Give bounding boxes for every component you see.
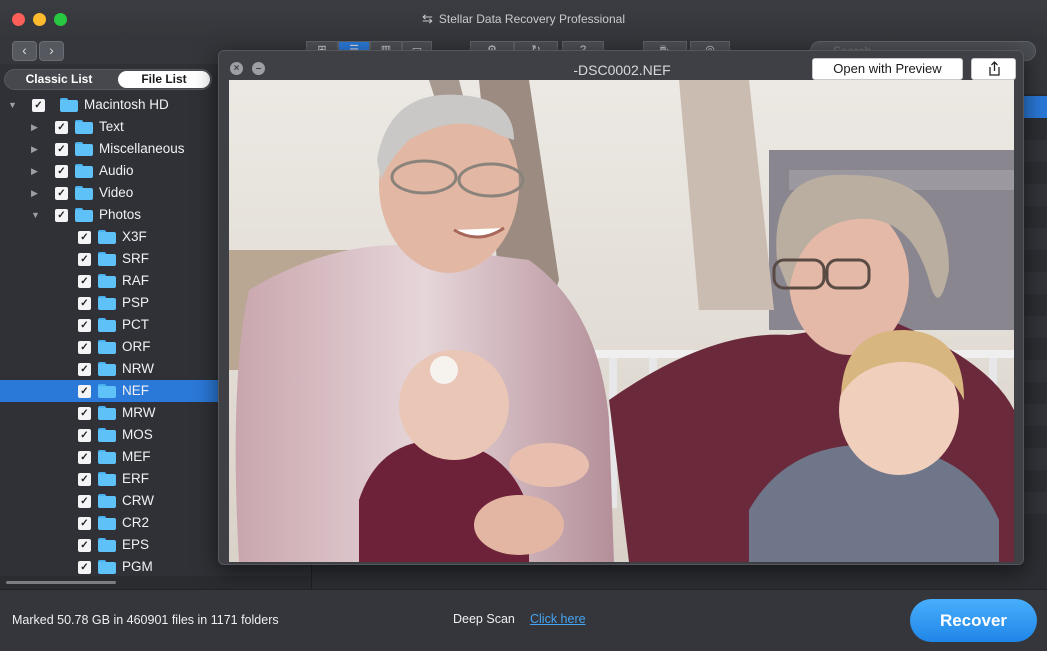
recover-button[interactable]: Recover xyxy=(910,599,1037,642)
tree-checkbox[interactable]: ✓ xyxy=(78,253,91,266)
tree-checkbox[interactable]: ✓ xyxy=(55,187,68,200)
tree-checkbox[interactable]: ✓ xyxy=(55,121,68,134)
folder-icon xyxy=(98,494,116,508)
tree-checkbox[interactable]: ✓ xyxy=(78,517,91,530)
disclosure-expanded-icon[interactable]: ▼ xyxy=(31,204,40,226)
preview-window: × – -DSC0002.NEF Open with Preview xyxy=(218,50,1024,565)
disclosure-collapsed-icon[interactable]: ▶ xyxy=(31,138,38,160)
tree-row-label: NRW xyxy=(122,361,154,376)
tree-checkbox[interactable]: ✓ xyxy=(78,297,91,310)
tree-row-label: MOS xyxy=(122,427,153,442)
folder-icon xyxy=(98,318,116,332)
sidebar-scrollbar-thumb[interactable] xyxy=(6,581,116,584)
open-with-preview-button[interactable]: Open with Preview xyxy=(812,58,963,80)
folder-icon xyxy=(60,98,78,112)
folder-icon xyxy=(98,384,116,398)
tree-row-label: CRW xyxy=(122,493,154,508)
folder-icon xyxy=(75,164,93,178)
folder-icon xyxy=(98,340,116,354)
title-bar: ⇆ Stellar Data Recovery Professional xyxy=(0,0,1047,38)
folder-icon xyxy=(98,362,116,376)
tree-checkbox[interactable]: ✓ xyxy=(78,363,91,376)
folder-icon xyxy=(98,406,116,420)
folder-icon xyxy=(98,472,116,486)
tree-row-label: Macintosh HD xyxy=(84,97,169,112)
folder-icon xyxy=(75,120,93,134)
folder-icon xyxy=(98,274,116,288)
nav-forward-button[interactable]: › xyxy=(39,41,64,61)
tree-checkbox[interactable]: ✓ xyxy=(78,231,91,244)
folder-icon xyxy=(98,428,116,442)
tree-row-label: Video xyxy=(99,185,134,200)
tree-checkbox[interactable]: ✓ xyxy=(78,539,91,552)
tree-checkbox[interactable]: ✓ xyxy=(78,451,91,464)
folder-icon xyxy=(98,450,116,464)
tree-row-label: Text xyxy=(99,119,124,134)
folder-icon xyxy=(75,186,93,200)
tree-checkbox[interactable]: ✓ xyxy=(55,209,68,222)
disclosure-collapsed-icon[interactable]: ▶ xyxy=(31,116,38,138)
status-bar: Marked 50.78 GB in 460901 files in 1171 … xyxy=(0,589,1047,651)
disclosure-expanded-icon[interactable]: ▼ xyxy=(8,94,17,116)
tree-row-label: Audio xyxy=(99,163,134,178)
folder-icon xyxy=(98,252,116,266)
tree-checkbox[interactable]: ✓ xyxy=(78,275,91,288)
disclosure-collapsed-icon[interactable]: ▶ xyxy=(31,182,38,204)
folder-icon xyxy=(75,142,93,156)
tree-row-label: Photos xyxy=(99,207,142,222)
tree-row-label: PGM xyxy=(122,559,153,574)
nav-back-button[interactable]: ‹ xyxy=(12,41,37,61)
tree-row-label: CR2 xyxy=(122,515,150,530)
marked-summary: Marked 50.78 GB in 460901 files in 1171 … xyxy=(12,613,279,627)
tree-row[interactable]: ✓ NEF xyxy=(0,380,218,402)
folder-icon xyxy=(98,560,116,574)
back-arrow-icon[interactable]: ⇆ xyxy=(422,11,433,27)
tree-row-label: MRW xyxy=(122,405,156,420)
tree-checkbox[interactable]: ✓ xyxy=(78,473,91,486)
folder-icon xyxy=(75,208,93,222)
tree-row-label: NEF xyxy=(122,383,149,398)
tree-row-label: MEF xyxy=(122,449,151,464)
tree-checkbox[interactable]: ✓ xyxy=(78,407,91,420)
tab-classic-list[interactable]: Classic List xyxy=(7,71,111,88)
tree-row-label: SRF xyxy=(122,251,149,266)
folder-icon xyxy=(98,296,116,310)
tab-file-list[interactable]: File List xyxy=(118,71,210,88)
disclosure-collapsed-icon[interactable]: ▶ xyxy=(31,160,38,182)
share-icon xyxy=(989,61,1000,76)
tree-checkbox[interactable]: ✓ xyxy=(55,143,68,156)
tree-checkbox[interactable]: ✓ xyxy=(32,99,45,112)
folder-icon xyxy=(98,516,116,530)
tree-checkbox[interactable]: ✓ xyxy=(78,341,91,354)
tree-row-label: PSP xyxy=(122,295,150,310)
tree-row-label: Miscellaneous xyxy=(99,141,185,156)
deep-scan-link[interactable]: Click here xyxy=(530,612,586,626)
share-button[interactable] xyxy=(971,58,1016,80)
tree-row-label: RAF xyxy=(122,273,149,288)
window-title-area: ⇆ Stellar Data Recovery Professional xyxy=(0,11,1047,27)
tree-row-label: X3F xyxy=(122,229,147,244)
preview-photo xyxy=(229,80,1014,562)
tree-row-label: PCT xyxy=(122,317,149,332)
tree-checkbox[interactable]: ✓ xyxy=(78,385,91,398)
tree-row-label: EPS xyxy=(122,537,150,552)
folder-icon xyxy=(98,538,116,552)
folder-icon xyxy=(98,230,116,244)
window-title: Stellar Data Recovery Professional xyxy=(438,12,625,26)
tree-checkbox[interactable]: ✓ xyxy=(78,495,91,508)
list-mode-segmented-control: Classic List File List xyxy=(4,69,212,90)
deep-scan-label: Deep Scan xyxy=(453,612,515,626)
tree-checkbox[interactable]: ✓ xyxy=(55,165,68,178)
tree-row-label: ERF xyxy=(122,471,149,486)
tree-row-label: ORF xyxy=(122,339,151,354)
tree-checkbox[interactable]: ✓ xyxy=(78,319,91,332)
tree-checkbox[interactable]: ✓ xyxy=(78,429,91,442)
family-photo-image xyxy=(229,80,1014,562)
tree-checkbox[interactable]: ✓ xyxy=(78,561,91,574)
